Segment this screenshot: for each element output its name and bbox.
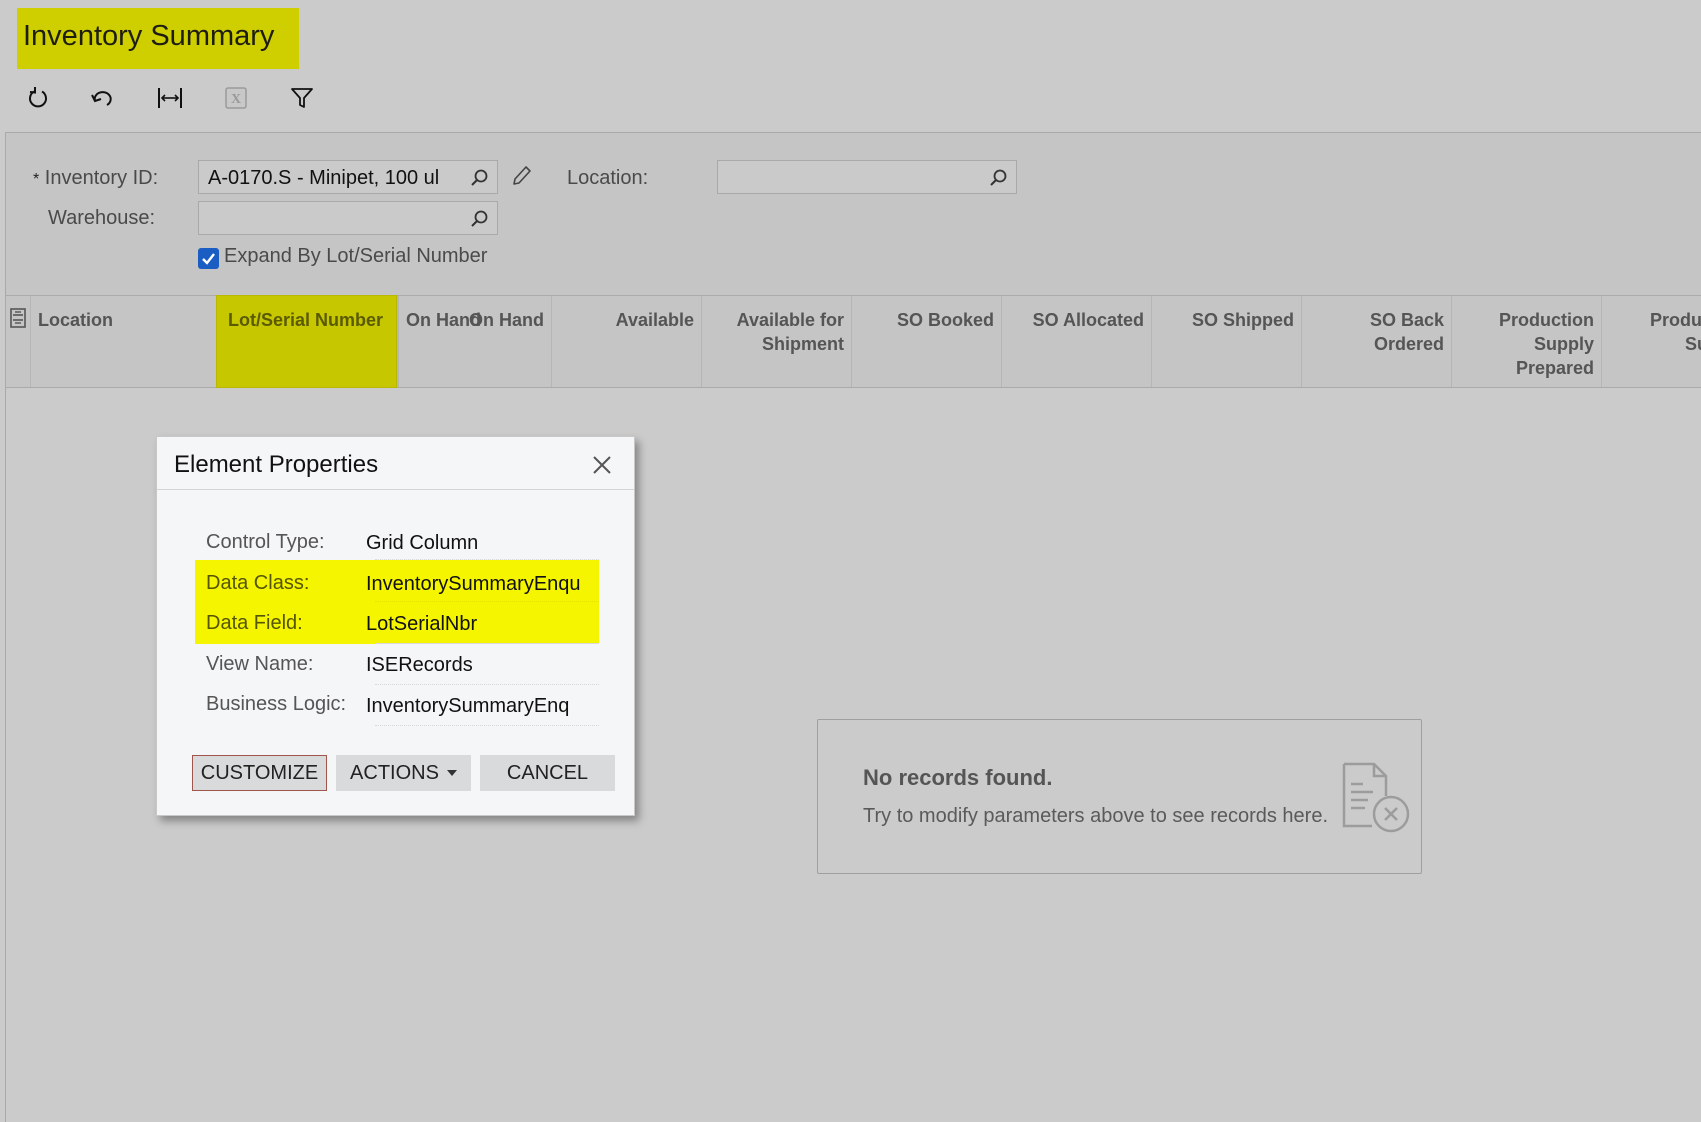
column-header-production-supply-prepared[interactable]: Production Supply Prepared [1451,296,1601,387]
column-header-lot-serial-number[interactable]: Lot/Serial Number [216,296,397,387]
column-header-production-supply-partial[interactable]: Production Supply [1601,296,1701,387]
empty-state-panel: No records found. Try to modify paramete… [817,719,1422,874]
property-value-business-logic: InventorySummaryEnq [366,695,570,717]
search-icon[interactable] [988,168,1008,188]
property-divider [375,643,599,644]
location-field[interactable] [717,160,1017,194]
column-header-so-shipped[interactable]: SO Shipped [1151,296,1301,387]
warehouse-label: Warehouse: [48,207,156,229]
property-label: Business Logic: [206,693,347,715]
column-header-location[interactable]: Location [30,296,216,387]
column-header-available-for-shipment[interactable]: Available for Shipment [701,296,851,387]
inventory-id-label: * Inventory ID: [33,167,158,190]
dialog-title: Element Properties [174,451,379,478]
inventory-id-value: A-0170.S - Minipet, 100 ul [208,167,440,189]
column-header-on-hand[interactable]: On Hand [397,296,551,387]
column-header-so-allocated[interactable]: SO Allocated [1001,296,1151,387]
fit-columns-button[interactable] [156,84,184,112]
undo-button[interactable] [89,84,117,112]
dialog-header-divider [157,489,634,490]
location-label: Location: [567,167,649,189]
property-value-data-field: LotSerialNbr [366,613,478,635]
property-label: Control Type: [206,531,325,553]
page-title: Inventory Summary [23,20,275,52]
filter-button[interactable] [288,84,316,112]
search-icon[interactable] [469,168,489,188]
actions-dropdown-button[interactable]: ACTIONS [336,755,471,791]
property-label: View Name: [206,653,314,675]
actions-button-label: ACTIONS [350,761,439,784]
empty-state-title: No records found. [863,765,1053,790]
element-properties-dialog: Element Properties Control Type: Grid Co… [156,436,635,816]
empty-state-message: Try to modify parameters above to see re… [863,805,1329,827]
warehouse-field[interactable] [198,201,498,235]
fit-width-icon [158,88,182,108]
property-label: Data Field: [206,612,303,634]
expand-by-lot-checkbox[interactable] [198,248,219,269]
column-header-so-back-ordered[interactable]: SO Back Ordered [1301,296,1451,387]
property-value-data-class: InventorySummaryEnquiryResult [366,573,581,595]
no-records-document-icon [1342,762,1410,833]
property-divider [375,559,599,560]
caret-down-icon [446,770,457,776]
checkmark-icon [202,253,215,265]
svg-text:X: X [231,92,241,107]
required-marker: * [33,171,40,188]
inventory-id-label-text: Inventory ID: [44,167,159,189]
filter-icon [291,88,313,108]
excel-export-icon: X [225,87,247,109]
export-excel-button[interactable]: X [222,84,250,112]
close-icon[interactable] [590,453,614,477]
property-divider [375,725,599,726]
property-divider [375,684,599,685]
property-label: Data Class: [206,572,310,594]
customize-button[interactable]: CUSTOMIZE [192,755,327,791]
inventory-id-field[interactable]: A-0170.S - Minipet, 100 ul [198,160,498,194]
property-value-control-type: Grid Column [366,532,479,554]
column-config-icon [10,308,26,328]
refresh-button[interactable] [24,84,52,112]
cancel-button[interactable]: CANCEL [480,755,615,791]
expand-by-lot-label: Expand By Lot/Serial Number [224,245,488,267]
undo-icon [91,91,112,106]
column-header-available[interactable]: Available [551,296,701,387]
search-icon[interactable] [469,209,489,229]
property-divider [375,601,599,602]
column-header-so-booked[interactable]: SO Booked [851,296,1001,387]
refresh-icon [29,87,47,108]
column-chooser[interactable] [6,296,30,387]
edit-pencil-icon[interactable] [510,164,532,188]
property-value-view-name: ISERecords [366,654,473,676]
